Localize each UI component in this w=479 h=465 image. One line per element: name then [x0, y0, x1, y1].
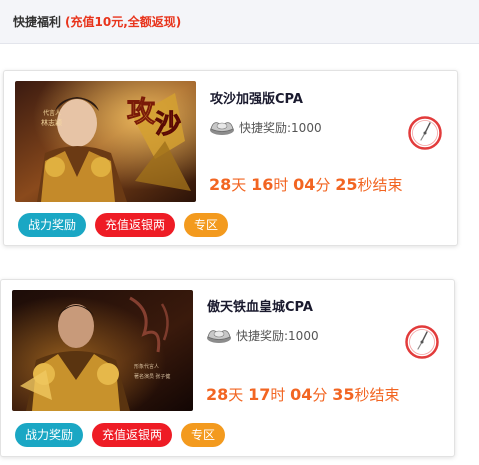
countdown-timer: 28天 17时 04分 35秒结束: [206, 384, 399, 405]
section-title: 快捷福利: [13, 15, 62, 29]
reward-text: 快捷奖励:1000: [236, 328, 319, 343]
tag-zone[interactable]: 专区: [184, 213, 229, 237]
countdown-days-unit: 天: [231, 176, 247, 194]
tag-power-reward[interactable]: 战力奖励: [18, 213, 87, 237]
game-banner-image[interactable]: 形象代言人 著名演员 张子健: [12, 290, 193, 411]
tag-row: 战力奖励 充值返银两 专区: [15, 423, 226, 447]
countdown-seconds: 35: [332, 385, 355, 404]
countdown-minutes: 04: [290, 385, 313, 404]
svg-text:形象代言人: 形象代言人: [134, 363, 159, 370]
game-title[interactable]: 攻沙加强版CPA: [210, 88, 303, 107]
countdown-suffix: 结束: [369, 386, 400, 404]
svg-text:林志颖: 林志颖: [41, 118, 62, 127]
countdown-hours: 17: [248, 385, 271, 404]
silver-ingot-icon: [207, 330, 231, 343]
countdown-suffix: 结束: [372, 176, 403, 194]
countdown-minutes-unit: 分: [315, 176, 331, 194]
svg-text:著名演员 张子健: 著名演员 张子健: [134, 373, 170, 380]
section-header: 快捷福利 (充值10元,全额返现): [0, 0, 479, 44]
countdown-seconds-unit: 秒: [357, 176, 373, 194]
tag-recharge-rebate[interactable]: 充值返银两: [92, 423, 173, 447]
countdown-hours-unit: 时: [270, 386, 286, 404]
countdown-seconds-unit: 秒: [354, 386, 370, 404]
countdown-seconds: 25: [335, 175, 358, 194]
countdown-days: 28: [209, 175, 232, 194]
game-banner-image[interactable]: 攻 沙 代言人 林志颖: [15, 81, 196, 202]
game-card[interactable]: 攻 沙 代言人 林志颖 攻沙加强版CPA 快捷奖励:1000 28天 16时 0…: [3, 70, 458, 246]
countdown-hours-unit: 时: [273, 176, 289, 194]
clock-icon: [408, 116, 442, 150]
reward-info: 快捷奖励:1000: [209, 118, 322, 136]
silver-ingot-icon: [210, 122, 234, 135]
tag-zone[interactable]: 专区: [181, 423, 226, 447]
clock-icon: [405, 325, 439, 359]
tag-recharge-rebate[interactable]: 充值返银两: [95, 213, 176, 237]
countdown-timer: 28天 16时 04分 25秒结束: [209, 174, 402, 195]
tag-power-reward[interactable]: 战力奖励: [15, 423, 84, 447]
promo-text: (充值10元,全额返现): [65, 15, 182, 29]
countdown-hours: 16: [251, 175, 274, 194]
reward-text: 快捷奖励:1000: [239, 120, 322, 135]
svg-text:攻: 攻: [127, 95, 156, 128]
svg-text:沙: 沙: [155, 110, 181, 139]
countdown-days: 28: [206, 385, 229, 404]
game-title[interactable]: 傲天铁血皇城CPA: [207, 296, 313, 315]
game-card[interactable]: 形象代言人 著名演员 张子健 傲天铁血皇城CPA 快捷奖励:1000 28天 1…: [0, 279, 455, 457]
countdown-days-unit: 天: [228, 386, 244, 404]
countdown-minutes: 04: [293, 175, 316, 194]
countdown-minutes-unit: 分: [312, 386, 328, 404]
svg-text:代言人: 代言人: [43, 109, 61, 117]
reward-info: 快捷奖励:1000: [206, 326, 319, 344]
tag-row: 战力奖励 充值返银两 专区: [18, 213, 229, 237]
